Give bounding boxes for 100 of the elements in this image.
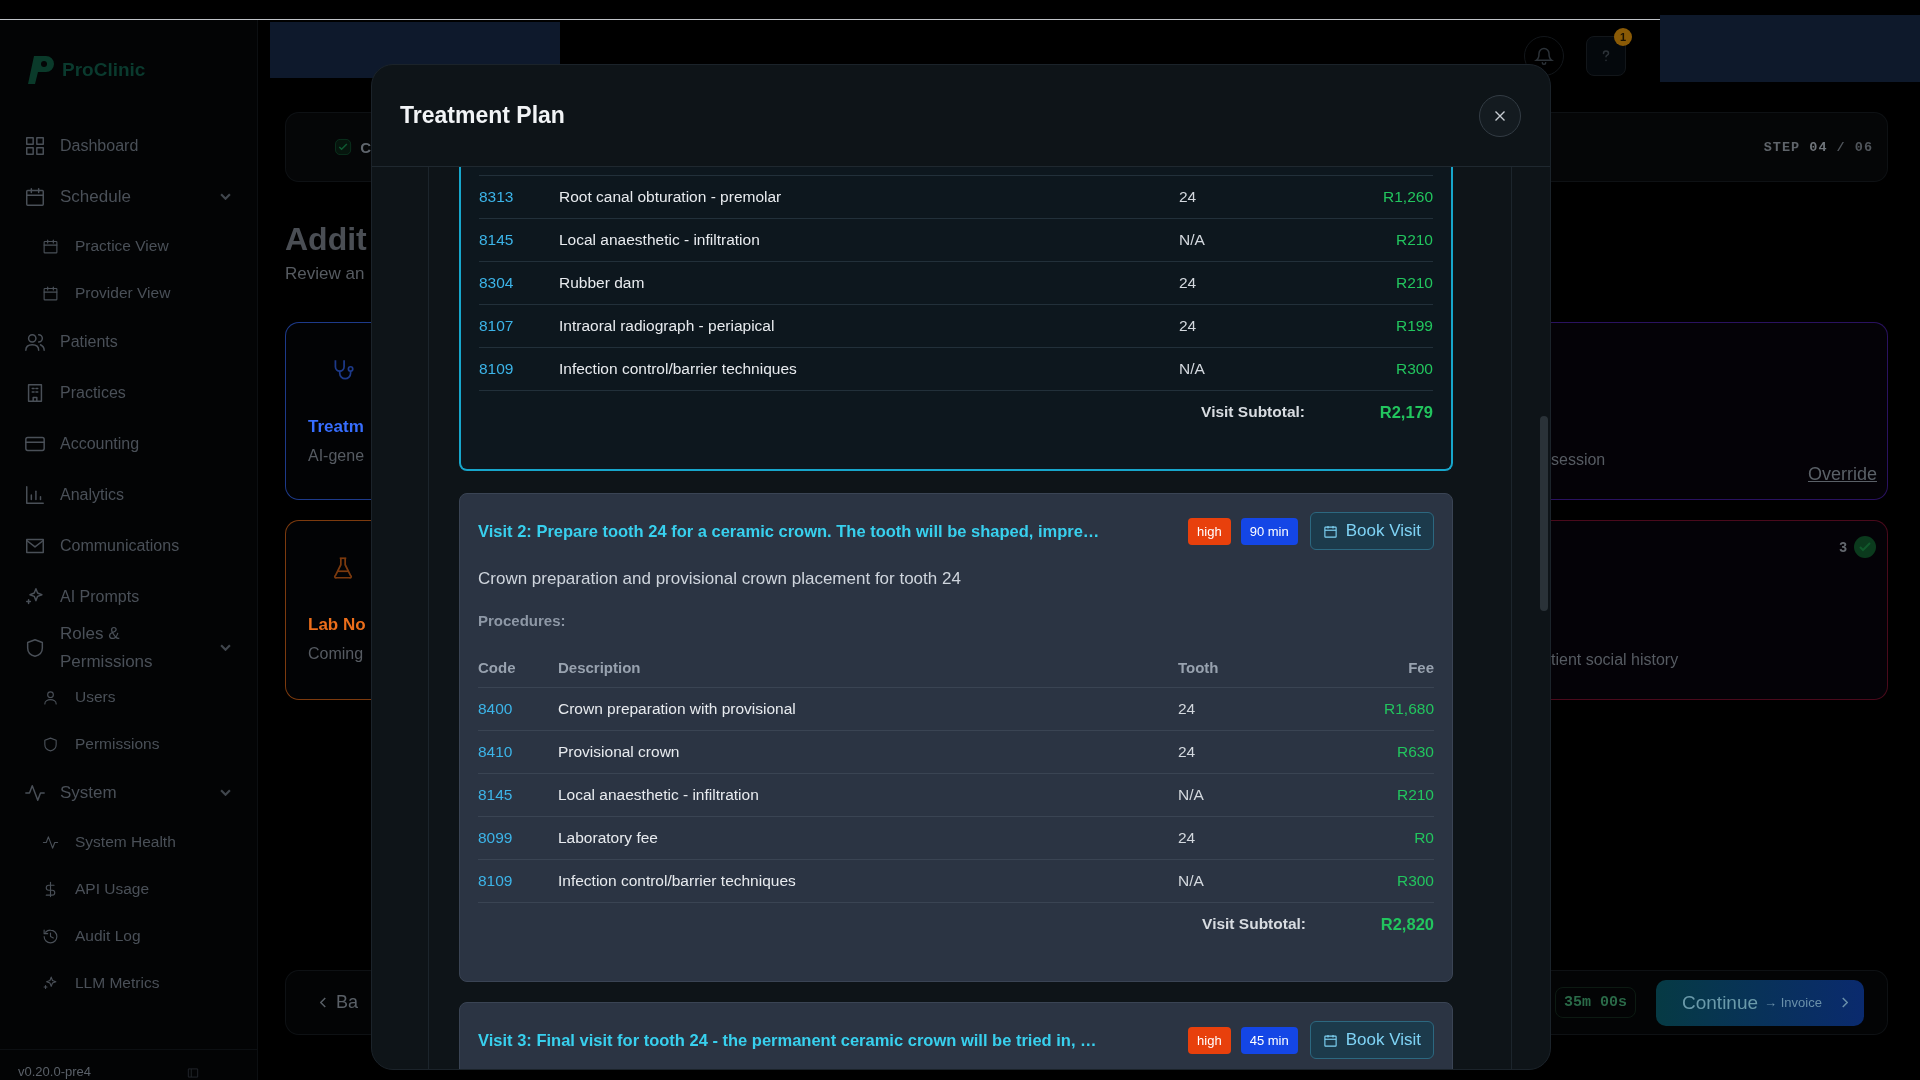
sidebar-item[interactable]: Communications (0, 520, 257, 571)
table-cell-text: Root canal obturation - premolar (559, 188, 783, 206)
sidebar-item[interactable]: System (0, 767, 257, 818)
person-icon (42, 688, 59, 706)
card-subtitle: tient social history (1551, 651, 1680, 669)
duration-badge: 90 min (1240, 517, 1298, 545)
book-visit-button[interactable]: Book Visit (1309, 512, 1434, 550)
table-cell-text: N/A (1178, 872, 1205, 890)
subtotal-value: R2,179 (1378, 402, 1433, 422)
calendar-icon (24, 185, 46, 208)
fee-cell-text: R210 (1394, 231, 1433, 249)
subtotal-value: R2,820 (1379, 914, 1434, 934)
option-card[interactable]: Lab No Coming (285, 520, 371, 700)
column-header: Tooth (1178, 658, 1220, 676)
column-header: Fee (1407, 658, 1434, 676)
version-label: v0.20.0-pre4 (18, 1064, 91, 1080)
sidebar-item[interactable]: Permissions (0, 721, 257, 767)
sidebar-item[interactable]: Users (0, 674, 257, 720)
fee-cell-text: R0 (1413, 829, 1434, 847)
option-card[interactable]: Treatm AI-gene (285, 322, 371, 500)
table-cell-text: Intraoral radiograph - periapical (559, 317, 776, 335)
scrollbar[interactable] (1540, 416, 1548, 611)
procedure-code: 8410 (478, 743, 514, 761)
subtotal-label: Visit Subtotal: (1201, 403, 1305, 421)
card-subtitle: session (1551, 451, 1606, 469)
calendar-icon (1322, 1032, 1338, 1048)
table-cell-text: N/A (1178, 786, 1205, 804)
chevron-icon (220, 193, 231, 200)
calendar-icon (1322, 523, 1338, 539)
sidebar-item[interactable]: Practices (0, 367, 257, 418)
procedure-code: 8304 (479, 274, 515, 292)
procedure-code: 8109 (479, 360, 515, 378)
sidebar-item[interactable]: API Usage (0, 866, 257, 912)
sidebar-item[interactable]: Roles & Permissions (0, 622, 257, 673)
table-cell-text: Infection control/barrier techniques (558, 872, 797, 890)
table-cell-text: Crown preparation with provisional (558, 700, 797, 718)
fee-cell-text: R300 (1395, 872, 1434, 890)
sidebar-item[interactable]: Practice View (0, 223, 257, 269)
override-link[interactable]: Override (1807, 464, 1877, 485)
bell-icon (1534, 46, 1554, 66)
option-card[interactable]: 3 tient social history (1551, 520, 1888, 700)
procedure-code: 8400 (478, 700, 514, 718)
table-cell-text: Laboratory fee (558, 829, 659, 847)
book-visit-button[interactable]: Book Visit (1309, 1021, 1434, 1059)
procedure-code: 8145 (478, 786, 514, 804)
chevron-right-icon (1841, 997, 1848, 1008)
visit-title: Visit 3: Final visit for tooth 24 - the permanent ceramic crown will be tried in, … (478, 1030, 1098, 1050)
card-subtitle: AI-gene (308, 447, 366, 465)
procedure-code: 8109 (478, 872, 514, 890)
table-cell-text: Provisional crown (558, 743, 681, 761)
sidebar-item[interactable]: Dashboard (0, 120, 257, 171)
fee-cell-text: R199 (1394, 317, 1433, 335)
duration-badge: 45 min (1240, 1026, 1298, 1054)
subtotal-label: Visit Subtotal: (1202, 915, 1306, 933)
procedure-code: 8313 (479, 188, 515, 206)
grid-icon (24, 134, 46, 157)
fee-cell-text: R300 (1394, 360, 1433, 378)
continue-button[interactable]: Continue → Invoice (1656, 979, 1864, 1026)
sidebar-item[interactable]: Accounting (0, 418, 257, 469)
sidebar-item[interactable]: AI Prompts (0, 571, 257, 622)
check-circle-icon (1853, 535, 1877, 559)
fee-cell-text: R630 (1395, 743, 1434, 761)
fee-cell-text: R210 (1395, 786, 1434, 804)
table-cell-text: N/A (1179, 231, 1206, 249)
option-card[interactable]: session Override (1551, 322, 1888, 500)
table-cell-text: 24 (1179, 274, 1198, 292)
sidebar-item[interactable]: Patients (0, 316, 257, 367)
fee-cell-text: R210 (1394, 274, 1433, 292)
priority-badge: high (1188, 517, 1231, 545)
fee-cell-text: R1,260 (1382, 188, 1433, 206)
sidebar-item[interactable]: System Health (0, 819, 257, 865)
sidebar-item[interactable]: Audit Log (0, 913, 257, 959)
sidebar-item[interactable]: Analytics (0, 469, 257, 520)
sidebar-item[interactable]: Schedule (0, 171, 257, 222)
column-header: Code (478, 658, 517, 676)
history-icon (42, 927, 59, 945)
back-button[interactable]: Ba (320, 992, 359, 1013)
sidebar-item[interactable]: LLM Metrics (0, 960, 257, 1006)
step-label: C (360, 138, 371, 156)
column-header: Description (558, 658, 642, 676)
visit-description: Crown preparation and provisional crown placement for tooth 24 (478, 568, 962, 590)
table-cell-text: N/A (1179, 360, 1206, 378)
shield-icon (42, 735, 59, 753)
close-button[interactable] (1479, 94, 1521, 137)
sidebar-item[interactable]: Provider View (0, 270, 257, 316)
card-subtitle: Coming (308, 645, 365, 663)
calendar-icon (42, 284, 59, 302)
logo-icon (26, 54, 54, 86)
page-subheading: Review an (285, 264, 366, 284)
notification-badge: 1 (1614, 28, 1632, 46)
shield-icon (24, 636, 46, 659)
timer-badge: 35m 00s (1555, 987, 1636, 1018)
calendar-icon (42, 237, 59, 255)
bar-chart-icon (24, 483, 46, 506)
priority-badge: high (1188, 1026, 1231, 1054)
table-cell-text: 24 (1178, 829, 1197, 847)
page-heading: Addit (285, 221, 368, 258)
card-title: Lab No (308, 615, 367, 635)
table-cell-text: 24 (1179, 188, 1198, 206)
table-cell-text: Local anaesthetic - infiltration (559, 231, 761, 249)
